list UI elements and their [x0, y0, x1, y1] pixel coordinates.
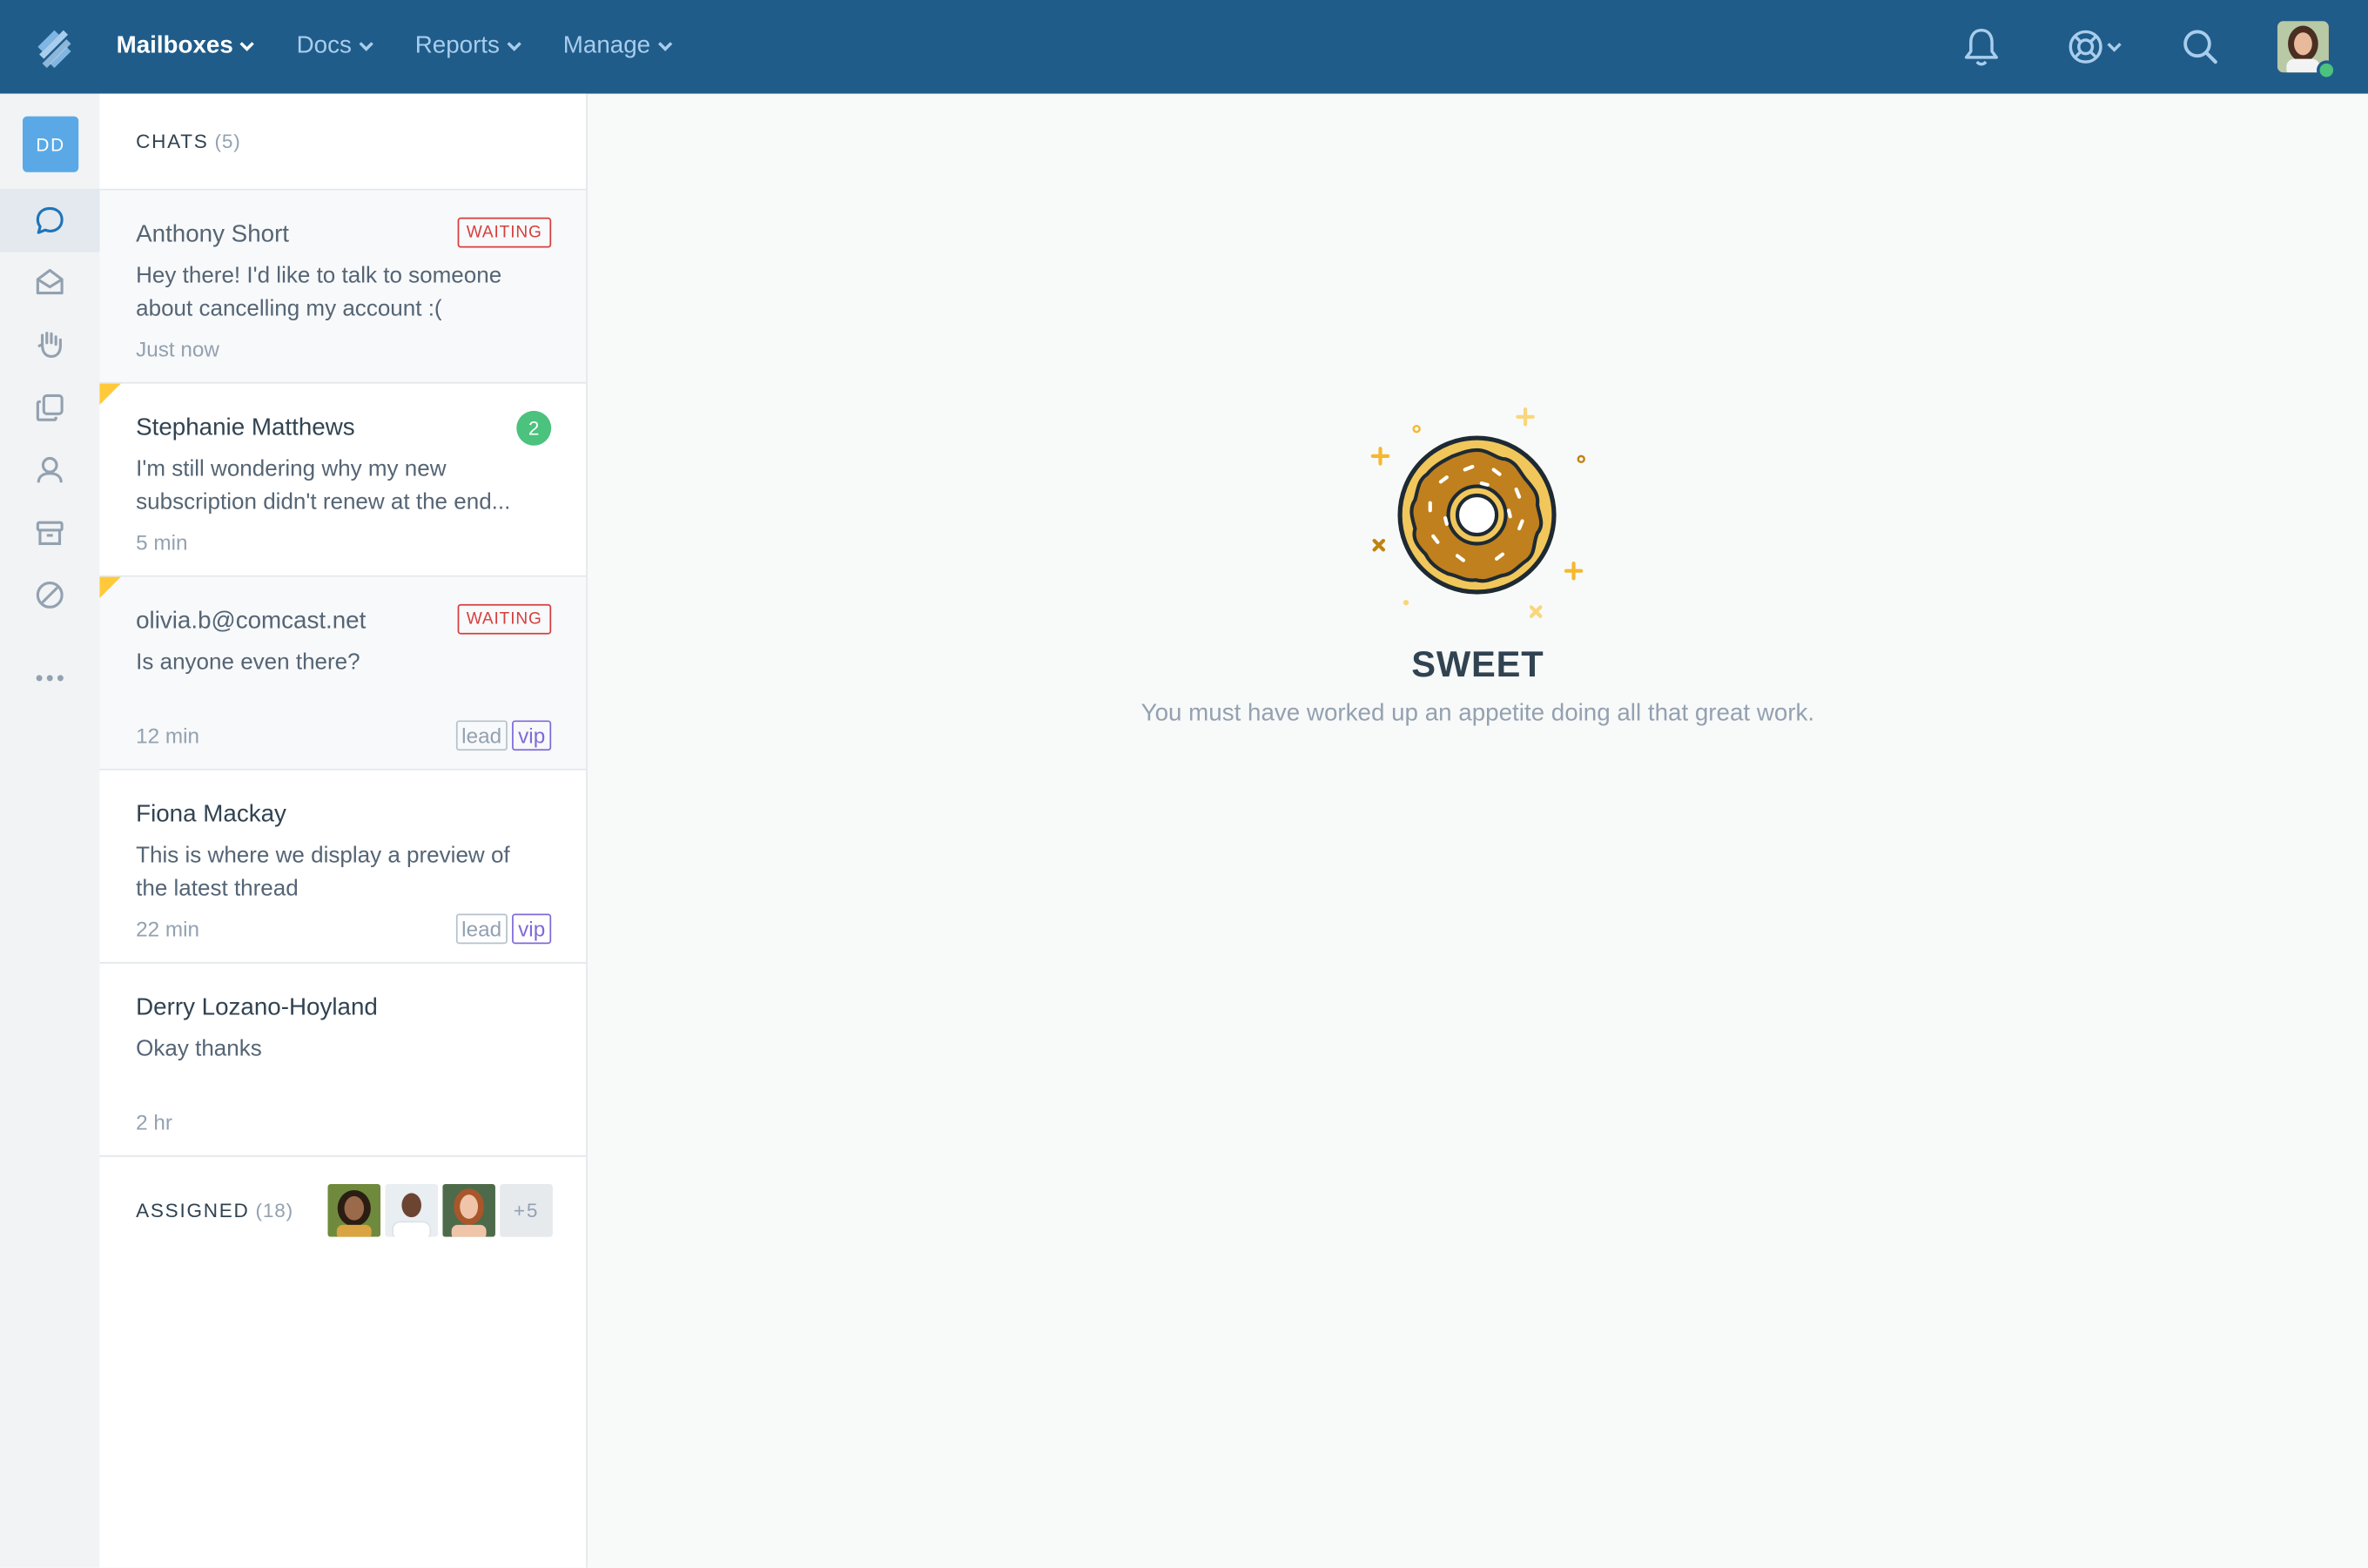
rail-more[interactable]: [0, 646, 99, 710]
conversation-customer-name: Derry Lozano-Hoyland: [136, 995, 378, 1021]
assigned-section[interactable]: ASSIGNED (18) +5: [99, 1157, 586, 1262]
conversation-preview: Hey there! I'd like to talk to someone a…: [136, 262, 502, 322]
chevron-down-icon: [359, 42, 373, 51]
conversation-time: 12 min: [136, 723, 200, 748]
conversation-customer-name: Stephanie Matthews: [136, 415, 355, 441]
chevron-down-icon: [657, 42, 672, 51]
conversation-time: 22 min: [136, 916, 200, 941]
assigned-avatar[interactable]: [327, 1184, 381, 1237]
top-navigation-bar: Mailboxes Docs Reports Manage: [0, 0, 2368, 94]
main-nav: Mailboxes Docs Reports Manage: [117, 0, 714, 94]
conversation-customer-name: Fiona Mackay: [136, 802, 286, 828]
priority-flag-icon: [99, 576, 121, 598]
user-photo-icon: [385, 1184, 439, 1237]
donut-illustration-icon: [1370, 407, 1585, 618]
chats-header: CHATS (5): [99, 94, 587, 191]
tag-lead[interactable]: lead: [455, 720, 508, 751]
tag-lead[interactable]: lead: [455, 913, 508, 945]
empty-state-title: SWEET: [1411, 644, 1544, 686]
mailbox-badge[interactable]: DD: [23, 116, 79, 172]
nav-manage[interactable]: Manage: [563, 33, 673, 60]
help-lifebuoy-icon[interactable]: [2066, 25, 2126, 68]
conversation-item[interactable]: Anthony Short WAITING Hey there! I'd lik…: [99, 190, 587, 384]
conversation-time: 2 hr: [136, 1110, 172, 1134]
empty-state-subtitle: You must have worked up an appetite doin…: [1140, 700, 1815, 727]
conversation-item[interactable]: olivia.b@comcast.net WAITING Is anyone e…: [99, 576, 587, 771]
rail-customers[interactable]: [0, 438, 99, 501]
rail-assigned[interactable]: [0, 313, 99, 376]
assigned-avatar[interactable]: [385, 1184, 439, 1237]
conversation-customer-name: Anthony Short: [136, 222, 290, 248]
main-content-area: SWEET You must have worked up an appetit…: [588, 94, 2368, 1568]
search-icon[interactable]: [2181, 25, 2220, 68]
conversation-item[interactable]: Stephanie Matthews 2 I'm still wondering…: [99, 383, 587, 577]
more-icon: [36, 675, 64, 682]
conversation-preview: I'm still wondering why my new subscript…: [136, 455, 511, 515]
archive-icon: [36, 521, 64, 546]
conversation-time: 5 min: [136, 529, 188, 555]
app-window: Mailboxes Docs Reports Manage DD CHATS (…: [0, 0, 2368, 1568]
conversation-preview: This is where we display a preview of th…: [136, 842, 510, 902]
conversation-item[interactable]: Fiona Mackay This is where we display a …: [99, 771, 587, 964]
nav-mailboxes[interactable]: Mailboxes: [117, 33, 256, 60]
conversation-customer-name: olivia.b@comcast.net: [136, 609, 367, 635]
chat-icon: [36, 206, 64, 234]
assigned-avatar[interactable]: [442, 1184, 495, 1237]
user-photo-icon: [442, 1184, 495, 1237]
chevron-down-icon: [507, 42, 521, 51]
customer-icon: [37, 456, 63, 483]
nav-docs[interactable]: Docs: [297, 33, 374, 60]
conversation-preview: Is anyone even there?: [136, 649, 360, 676]
rail-inbox[interactable]: [0, 251, 99, 314]
nav-docs-label: Docs: [296, 33, 352, 59]
conversation-tags: lead vip: [451, 913, 552, 945]
conversation-time: Just now: [136, 336, 219, 361]
waiting-badge: WAITING: [457, 603, 552, 635]
conversation-preview: Okay thanks: [136, 1036, 262, 1062]
tag-vip[interactable]: vip: [512, 720, 552, 751]
nav-mailboxes-label: Mailboxes: [116, 33, 233, 59]
inbox-icon: [36, 268, 64, 295]
assigned-more-count[interactable]: +5: [500, 1184, 553, 1237]
chats-title: CHATS: [136, 130, 209, 153]
spam-icon: [36, 582, 64, 609]
mailbox-sidebar-rail: DD: [0, 93, 102, 1568]
chat-list-panel: CHATS (5) Anthony Short WAITING Hey ther…: [99, 93, 588, 1568]
bell-icon[interactable]: [1961, 25, 2001, 68]
unread-count-badge: 2: [516, 410, 552, 446]
docs-icon: [36, 394, 64, 421]
rail-chats[interactable]: [0, 188, 100, 252]
waiting-badge: WAITING: [457, 217, 552, 248]
conversation-item[interactable]: Derry Lozano-Hoyland Okay thanks 2 hr: [99, 964, 587, 1157]
nav-reports[interactable]: Reports: [415, 33, 522, 60]
nav-manage-label: Manage: [562, 33, 651, 59]
rail-archive[interactable]: [0, 501, 99, 565]
conversation-tags: lead vip: [451, 720, 552, 751]
chevron-down-icon: [240, 42, 255, 51]
assigned-avatars: +5: [327, 1184, 553, 1237]
online-status-indicator: [2317, 60, 2337, 80]
chats-count: (5): [214, 130, 241, 153]
rail-drafts[interactable]: [0, 376, 99, 440]
hand-icon: [37, 331, 62, 358]
priority-flag-icon: [99, 383, 121, 405]
helpscout-logo-icon[interactable]: [33, 25, 76, 69]
rail-spam[interactable]: [0, 563, 99, 627]
nav-reports-label: Reports: [414, 33, 500, 59]
assigned-title: ASSIGNED: [136, 1198, 250, 1221]
user-photo-icon: [327, 1184, 381, 1237]
assigned-count: (18): [255, 1198, 294, 1221]
tag-vip[interactable]: vip: [512, 913, 552, 945]
